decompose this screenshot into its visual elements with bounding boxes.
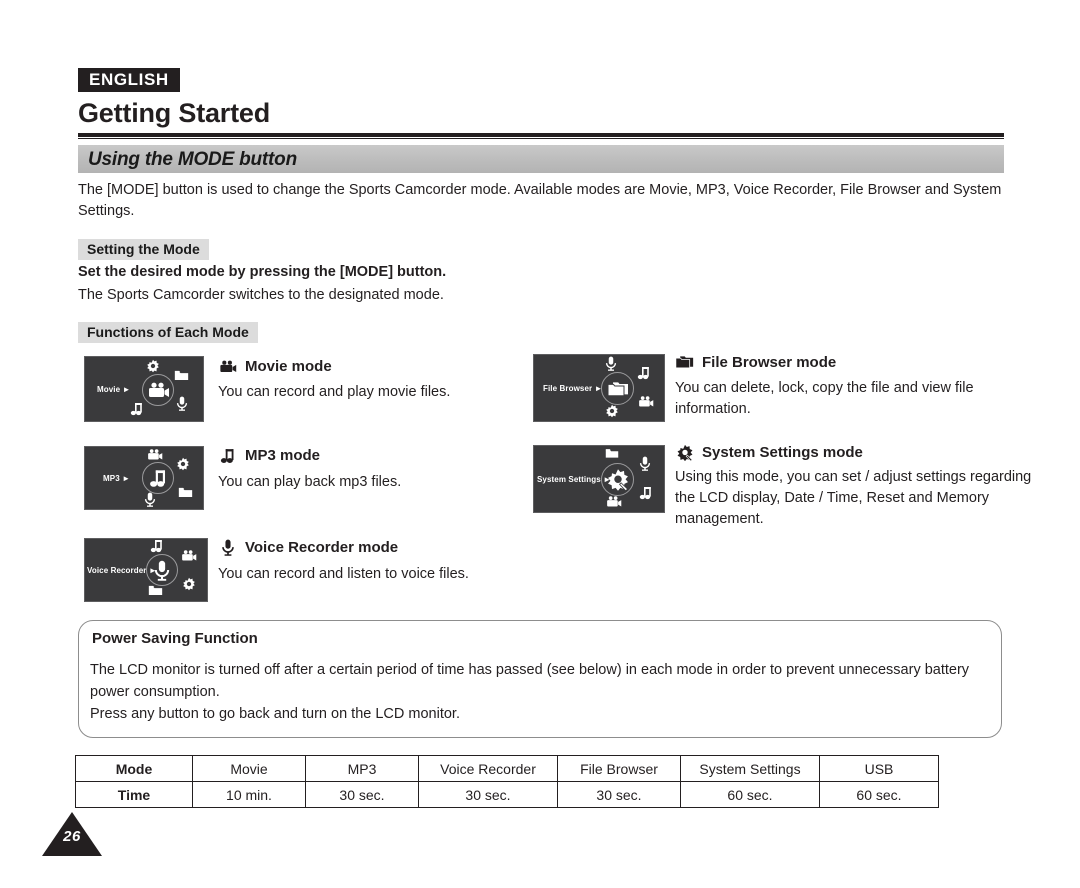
lcd-preview-mp3: MP3 ►	[84, 446, 204, 510]
music-note-icon	[218, 447, 237, 464]
music-note-icon	[129, 401, 145, 416]
movie-camera-icon	[145, 447, 163, 461]
mode-description-movie: You can record and play movie files.	[218, 384, 451, 400]
mode-heading-movie: Movie mode	[218, 358, 332, 375]
lcd-preview-movie: Movie ►	[84, 356, 204, 422]
table-cell: MP3	[305, 755, 419, 782]
mode-heading-text: File Browser mode	[702, 354, 837, 371]
table-cell: USB	[819, 755, 939, 782]
microphone-icon	[175, 395, 189, 411]
folder-icon	[675, 354, 694, 371]
mode-entry-file-browser: File Browser ► File Browser mode You can…	[533, 354, 1013, 424]
folder-icon	[604, 446, 620, 460]
intro-paragraph: The [MODE] button is used to change the …	[78, 182, 1002, 219]
language-badge: ENGLISH	[78, 68, 180, 92]
page-number: 26	[63, 828, 81, 845]
subheading-functions-of-each-mode: Functions of Each Mode	[78, 322, 258, 343]
microphone-icon	[604, 355, 618, 371]
lcd-preview-file-browser: File Browser ►	[533, 354, 665, 422]
section-title: Using the MODE button	[88, 149, 297, 170]
power-saving-title: Power Saving Function	[92, 630, 258, 647]
gear-icon	[675, 444, 694, 462]
table-cell: 60 sec.	[819, 781, 939, 808]
mode-entry-voice-recorder: Voice Recorder ► Voice Recorder mode You…	[84, 538, 524, 608]
power-saving-line-1: The LCD monitor is turned off after a ce…	[90, 662, 970, 700]
page-number-badge: 26	[42, 812, 102, 856]
lcd-label: File Browser ►	[543, 384, 603, 393]
mode-heading-text: Movie mode	[245, 358, 332, 375]
table-row: Mode Movie MP3 Voice Recorder File Brows…	[75, 755, 939, 782]
gear-icon	[145, 358, 161, 373]
setting-instruction-plain: The Sports Camcorder switches to the des…	[78, 287, 444, 303]
mode-heading-voice-recorder: Voice Recorder mode	[218, 539, 398, 556]
folder-icon	[173, 368, 189, 382]
movie-camera-icon	[179, 548, 197, 562]
mode-entry-movie: Movie ► Movie mode You can record and pl…	[84, 356, 504, 426]
header-divider	[78, 133, 1004, 137]
mode-description-system-settings: Using this mode, you can set / adjust se…	[675, 469, 1032, 527]
header-divider-thin	[78, 138, 1004, 139]
gear-icon	[181, 576, 197, 591]
lcd-label: MP3 ►	[103, 474, 131, 483]
table-cell: 30 sec.	[418, 781, 558, 808]
mode-heading-mp3: MP3 mode	[218, 447, 320, 464]
setting-instruction-bold: Set the desired mode by pressing the [MO…	[78, 264, 447, 280]
power-saving-text: The LCD monitor is turned off after a ce…	[90, 659, 990, 725]
lcd-label: System Settings ►	[537, 475, 612, 484]
table-cell: 30 sec.	[557, 781, 681, 808]
mode-description-mp3: You can play back mp3 files.	[218, 474, 402, 490]
table-cell: 60 sec.	[680, 781, 820, 808]
microphone-icon	[153, 558, 171, 582]
microphone-icon	[218, 539, 237, 556]
mode-description-file-browser: You can delete, lock, copy the file and …	[675, 380, 974, 417]
folder-icon	[147, 583, 163, 597]
folder-icon	[177, 485, 193, 499]
table-cell: 30 sec.	[305, 781, 419, 808]
mode-entry-system-settings: System Settings ► System Settings mode U…	[533, 444, 1031, 527]
movie-camera-icon	[145, 378, 171, 402]
music-note-icon	[636, 365, 652, 380]
mode-entry-mp3: MP3 ► MP3 mode You can play back mp3 fil…	[84, 446, 504, 516]
page-title: Getting Started	[78, 98, 271, 128]
mode-heading-file-browser: File Browser mode	[675, 354, 836, 371]
table-cell: File Browser	[557, 755, 681, 782]
mode-heading-text: MP3 mode	[245, 447, 321, 464]
mode-description-voice-recorder: You can record and listen to voice files…	[218, 566, 469, 582]
lcd-preview-voice-recorder: Voice Recorder ►	[84, 538, 208, 602]
gear-icon	[605, 467, 631, 492]
mode-heading-system-settings: System Settings mode	[675, 444, 863, 462]
music-note-icon	[638, 485, 654, 500]
table-cell: System Settings	[680, 755, 820, 782]
music-note-icon	[147, 467, 169, 489]
movie-camera-icon	[636, 394, 654, 408]
subheading-setting-the-mode: Setting the Mode	[78, 239, 209, 260]
lcd-preview-system-settings: System Settings ►	[533, 445, 665, 513]
table-cell: Movie	[192, 755, 306, 782]
microphone-icon	[638, 455, 652, 471]
table-row-header: Mode	[75, 755, 193, 782]
power-saving-table: Mode Movie MP3 Voice Recorder File Brows…	[75, 755, 939, 808]
gear-icon	[175, 456, 191, 471]
gear-icon	[604, 403, 620, 418]
microphone-icon	[143, 491, 157, 507]
mode-heading-text: System Settings mode	[702, 444, 863, 461]
lcd-label: Movie ►	[97, 385, 131, 394]
table-cell: 10 min.	[192, 781, 306, 808]
table-cell: Voice Recorder	[418, 755, 558, 782]
section-header-bar: Using the MODE button	[78, 145, 1004, 173]
movie-camera-icon	[218, 358, 237, 375]
mode-heading-text: Voice Recorder mode	[245, 539, 399, 556]
table-row-header: Time	[75, 781, 193, 808]
music-note-icon	[149, 538, 165, 553]
movie-camera-icon	[604, 494, 622, 508]
folder-icon	[606, 379, 630, 399]
table-row: Time 10 min. 30 sec. 30 sec. 30 sec. 60 …	[75, 781, 939, 808]
power-saving-line-2: Press any button to go back and turn on …	[90, 706, 460, 722]
manual-page: ENGLISH Getting Started Using the MODE b…	[0, 0, 1080, 888]
